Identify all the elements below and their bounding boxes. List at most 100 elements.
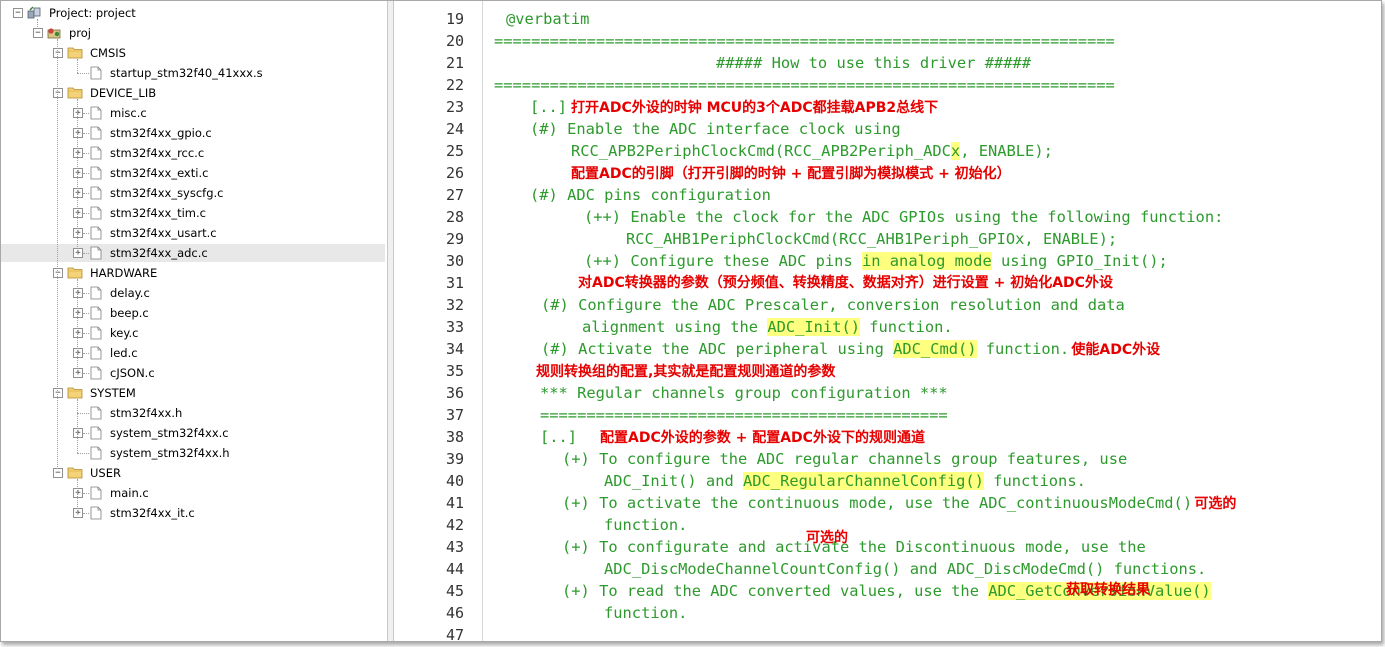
tree-file-system_stm32f4xx-h[interactable]: system_stm32f4xx.h (1, 444, 385, 462)
tree-file-beep-c[interactable]: + beep.c (1, 304, 385, 322)
tree-file-misc-c[interactable]: + misc.c (1, 104, 385, 122)
code-text: (++) Enable the clock for the ADC GPIOs … (584, 208, 1224, 226)
tree-file-stm32f4xx_rcc-c[interactable]: + stm32f4xx_rcc.c (1, 144, 385, 162)
file-icon (90, 506, 102, 525)
code-text: (+) To configurate and activate the Disc… (562, 538, 1146, 556)
code-line[interactable]: (+) To configurate and activate the Disc… (562, 536, 1146, 558)
code-text: alignment using the (582, 318, 768, 336)
code-line[interactable]: @verbatim (506, 8, 589, 30)
collapse-group-toggle[interactable]: − (53, 388, 63, 398)
code-line[interactable]: (#) ADC pins configuration (530, 184, 771, 206)
expand-file-toggle[interactable]: + (73, 208, 83, 218)
code-line[interactable]: ========================================… (540, 404, 948, 426)
tree-root-project[interactable]: − Project: project (1, 4, 385, 22)
tree-file-stm32f4xx_usart-c[interactable]: + stm32f4xx_usart.c (1, 224, 385, 242)
tree-file-system_stm32f4xx-c[interactable]: + system_stm32f4xx.c (1, 424, 385, 442)
collapse-group-toggle[interactable]: − (53, 48, 63, 58)
tree-file-stm32f4xx_it-c[interactable]: + stm32f4xx_it.c (1, 504, 385, 522)
expand-file-toggle[interactable]: + (73, 428, 83, 438)
line-number: 45 (445, 582, 464, 600)
expand-file-toggle[interactable]: + (73, 508, 83, 518)
code-line[interactable]: ========================================… (494, 74, 1115, 96)
expand-file-toggle[interactable]: + (73, 228, 83, 238)
file-label: stm32f4xx.h (110, 406, 183, 420)
highlighted-code: x (950, 142, 961, 160)
expand-file-toggle[interactable]: + (73, 308, 83, 318)
code-area[interactable]: @verbatim ===============================… (494, 1, 1374, 641)
code-text: ========================================… (494, 32, 1115, 50)
tree-file-stm32f4xx_gpio-c[interactable]: + stm32f4xx_gpio.c (1, 124, 385, 142)
expand-file-toggle[interactable]: + (73, 248, 83, 258)
code-line[interactable]: (+) To activate the continuous mode, use… (562, 492, 1192, 514)
collapse-group-toggle[interactable]: − (53, 468, 63, 478)
collapse-group-toggle[interactable]: − (53, 268, 63, 278)
tree-group-user[interactable]: − USER (1, 464, 385, 482)
tree-file-delay-c[interactable]: + delay.c (1, 284, 385, 302)
tree-file-led-c[interactable]: + led.c (1, 344, 385, 362)
tree-connector (57, 39, 58, 469)
code-text: (#) Enable the ADC interface clock using (530, 120, 901, 138)
collapse-root-toggle[interactable]: − (13, 8, 23, 18)
expand-file-toggle[interactable]: + (73, 168, 83, 178)
code-line[interactable]: ========================================… (494, 30, 1115, 52)
collapse-target-toggle[interactable]: − (33, 28, 43, 38)
tree-file-stm32f4xx_tim-c[interactable]: + stm32f4xx_tim.c (1, 204, 385, 222)
code-line[interactable]: alignment using the ADC_Init() function. (582, 316, 953, 338)
line-number: 33 (445, 318, 464, 336)
red-annotation: 可选的 (1194, 496, 1237, 512)
code-line[interactable]: function. (604, 514, 687, 536)
highlighted-code: ADC_Init() (767, 318, 860, 336)
expand-file-toggle[interactable]: + (73, 188, 83, 198)
code-line[interactable]: (+) To configure the ADC regular channel… (562, 448, 1127, 470)
tree-group-system[interactable]: − SYSTEM (1, 384, 385, 402)
tree-connector (83, 133, 89, 134)
tree-file-stm32f4xx-h[interactable]: stm32f4xx.h (1, 404, 385, 422)
tree-connector (83, 153, 89, 154)
code-line[interactable]: ADC_DiscModeChannelCountConfig() and ADC… (604, 558, 1206, 580)
expand-file-toggle[interactable]: + (73, 348, 83, 358)
tree-file-stm32f4xx_exti-c[interactable]: + stm32f4xx_exti.c (1, 164, 385, 182)
project-tree-panel[interactable]: − Project: project − proj − CMSIS startup_stm3… (1, 1, 388, 641)
code-line[interactable]: (#) Activate the ADC peripheral using AD… (541, 338, 1069, 360)
collapse-group-toggle[interactable]: − (53, 88, 63, 98)
code-editor[interactable]: 19 20 21 22 23 24 25 26 27 28 29 30 31 32 33 34 35 36 37 38… (394, 1, 1381, 641)
expand-file-toggle[interactable]: + (73, 368, 83, 378)
line-number: 43 (445, 538, 464, 556)
tree-group-cmsis[interactable]: − CMSIS (1, 44, 385, 62)
code-line[interactable]: *** Regular channels group configuration… (540, 382, 948, 404)
tree-file-key-c[interactable]: + key.c (1, 324, 385, 342)
code-line[interactable]: (++) Enable the clock for the ADC GPIOs … (584, 206, 1223, 228)
code-line[interactable]: (++) Configure these ADC pins in analog … (584, 250, 1168, 272)
code-line[interactable]: RCC_APB2PeriphClockCmd(RCC_APB2Periph_AD… (571, 140, 1053, 162)
code-line[interactable]: (#) Configure the ADC Prescaler, convers… (541, 294, 1125, 316)
tree-file-cjson-c[interactable]: + cJSON.c (1, 364, 385, 382)
expand-file-toggle[interactable]: + (73, 128, 83, 138)
code-line[interactable]: [..] (540, 426, 577, 448)
tree-file-stm32f4xx_adc-c[interactable]: + stm32f4xx_adc.c (1, 244, 385, 262)
file-icon (90, 226, 102, 245)
expand-file-toggle[interactable]: + (73, 148, 83, 158)
line-number: 26 (445, 164, 464, 182)
code-line[interactable]: ADC_Init() and ADC_RegularChannelConfig(… (604, 470, 1086, 492)
file-label: system_stm32f4xx.h (110, 446, 230, 460)
line-number: 29 (445, 230, 464, 248)
expand-file-toggle[interactable]: + (73, 488, 83, 498)
code-line[interactable]: (#) Enable the ADC interface clock using (530, 118, 901, 140)
group-label: USER (90, 466, 121, 480)
code-line[interactable]: ##### How to use this driver ##### (716, 52, 1031, 74)
tree-file-main-c[interactable]: + main.c (1, 484, 385, 502)
code-line[interactable]: RCC_AHB1PeriphClockCmd(RCC_AHB1Periph_GP… (626, 228, 1117, 250)
expand-file-toggle[interactable]: + (73, 328, 83, 338)
code-line[interactable]: [..] (530, 96, 567, 118)
expand-file-toggle[interactable]: + (73, 108, 83, 118)
code-text: using GPIO_Init(); (991, 252, 1168, 270)
tree-group-hardware[interactable]: − HARDWARE (1, 264, 385, 282)
file-label: led.c (110, 346, 138, 360)
line-number: 31 (445, 274, 464, 292)
tree-group-device_lib[interactable]: − DEVICE_LIB (1, 84, 385, 102)
tree-file-startup_stm32f40_41xxx-s[interactable]: startup_stm32f40_41xxx.s (1, 64, 385, 82)
tree-target-proj[interactable]: − proj (1, 24, 385, 42)
tree-file-stm32f4xx_syscfg-c[interactable]: + stm32f4xx_syscfg.c (1, 184, 385, 202)
code-line[interactable]: function. (604, 602, 687, 624)
expand-file-toggle[interactable]: + (73, 288, 83, 298)
